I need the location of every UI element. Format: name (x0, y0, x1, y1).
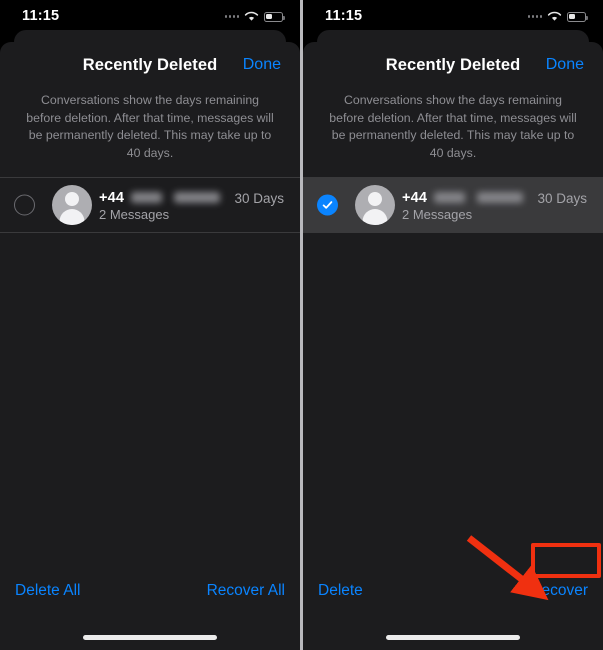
done-button[interactable]: Done (243, 56, 281, 74)
redacted-phone-part-2 (174, 192, 220, 203)
wifi-icon (244, 11, 259, 21)
home-indicator[interactable] (386, 635, 520, 640)
blue-checkmark-circle-icon[interactable] (317, 194, 338, 216)
status-indicators (527, 11, 588, 22)
conversation-list: +44 2 Messages 30 Days (0, 177, 300, 233)
list-bottom-divider (0, 232, 300, 233)
recently-deleted-sheet: Recently Deleted Done Conversations show… (303, 42, 603, 650)
status-time: 11:15 (22, 8, 60, 24)
conversation-details: +44 2 Messages (99, 189, 220, 224)
nav-bar: Recently Deleted Done (303, 42, 603, 88)
redacted-phone-part-2 (477, 192, 523, 203)
bottom-toolbar-left: Delete All Recover All (0, 576, 300, 606)
nav-bar: Recently Deleted Done (0, 42, 300, 88)
delete-all-button[interactable]: Delete All (15, 582, 80, 600)
list-bottom-divider (303, 232, 603, 233)
checkmark-icon (322, 201, 333, 209)
description-text: Conversations show the days remaining be… (26, 93, 274, 160)
days-remaining: 30 Days (537, 191, 587, 206)
country-code: +44 (402, 189, 428, 206)
page-title: Recently Deleted (82, 55, 218, 74)
person-avatar-icon (355, 185, 395, 225)
wifi-icon (547, 11, 562, 21)
conversation-row[interactable]: +44 2 Messages 30 Days (0, 178, 300, 232)
recover-button[interactable]: Recover (530, 582, 588, 600)
recover-all-button[interactable]: Recover All (207, 582, 285, 600)
person-avatar-icon (52, 185, 92, 225)
signal-dots-icon (527, 15, 542, 18)
redacted-phone-part-1 (131, 192, 163, 203)
empty-circle-icon[interactable] (14, 194, 35, 216)
phone-panel-left: 11:15 Recently Deleted Done Conversation… (0, 0, 300, 650)
redacted-phone-part-1 (434, 192, 466, 203)
signal-dots-icon (224, 15, 239, 18)
panel-divider (300, 0, 303, 650)
message-count: 2 Messages (402, 207, 473, 222)
recently-deleted-sheet: Recently Deleted Done Conversations show… (0, 42, 300, 650)
screenshot-stage: 11:15 Recently Deleted Done Conversation… (0, 0, 603, 650)
status-bar-left: 11:15 (0, 0, 300, 34)
status-time: 11:15 (325, 8, 363, 24)
battery-icon (567, 11, 588, 22)
status-indicators (224, 11, 285, 22)
delete-button[interactable]: Delete (318, 582, 363, 600)
country-code: +44 (99, 189, 125, 206)
contact-name-line: +44 (402, 189, 523, 206)
status-bar-right: 11:15 (303, 0, 603, 34)
done-button[interactable]: Done (546, 56, 584, 74)
bottom-toolbar-right: Delete Recover (303, 576, 603, 606)
home-indicator[interactable] (83, 635, 217, 640)
message-count: 2 Messages (99, 207, 170, 222)
conversation-row[interactable]: +44 2 Messages 30 Days (303, 178, 603, 232)
phone-panel-right: 11:15 Recently Deleted Done Conversation… (303, 0, 603, 650)
conversation-details: +44 2 Messages (402, 189, 523, 224)
conversation-list: +44 2 Messages 30 Days (303, 177, 603, 233)
description-text: Conversations show the days remaining be… (329, 93, 577, 160)
days-remaining: 30 Days (234, 191, 284, 206)
battery-icon (264, 11, 285, 22)
contact-name-line: +44 (99, 189, 220, 206)
page-title: Recently Deleted (385, 55, 521, 74)
